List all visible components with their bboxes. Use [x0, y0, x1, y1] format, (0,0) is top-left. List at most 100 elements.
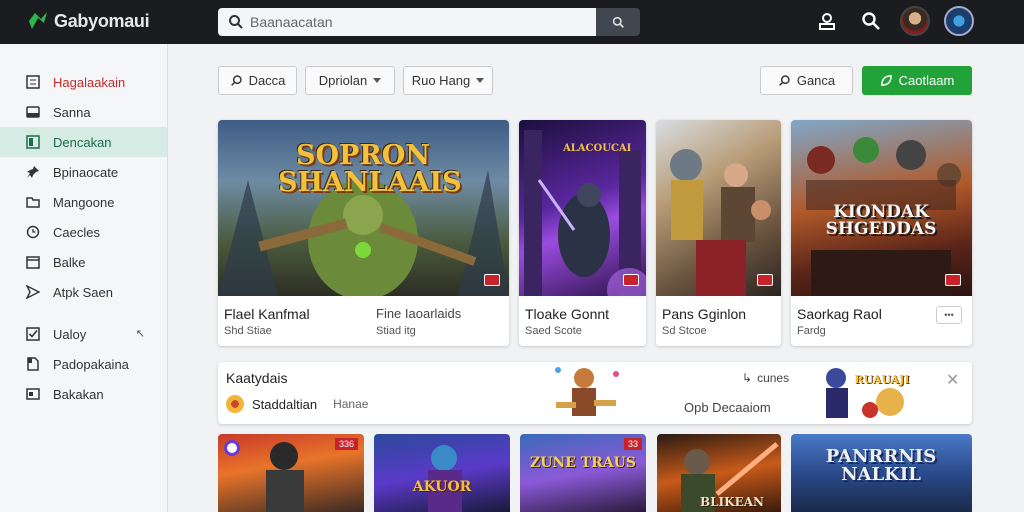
list-icon — [26, 75, 40, 89]
game-subtitle: Shd Stiae — [224, 325, 272, 337]
game-card-7[interactable]: ZUNE TRAUS 33 — [520, 434, 646, 512]
sidebar-item-8[interactable]: Ualoy ↖ — [0, 319, 167, 349]
game-title: Saorkag Raol — [797, 306, 882, 322]
logo-text: Gabyomaui — [54, 10, 150, 31]
search-icon[interactable] — [856, 6, 886, 36]
game-card-1[interactable]: SOPRON SHANLAAIS Flael Kanfmal Shd Stiae… — [218, 120, 509, 346]
search-box — [218, 8, 596, 36]
banner-link[interactable]: ↳ cunes — [742, 371, 789, 385]
avatar[interactable] — [900, 6, 930, 36]
game-card-2[interactable]: ALACOUCAI Tloake Gonnt Saed Scote — [519, 120, 646, 346]
sidebar-item-1[interactable]: Sanna — [0, 97, 167, 127]
coin-icon — [226, 395, 244, 413]
game-art-figure — [670, 149, 771, 296]
game-title: Pans Gginlon — [662, 306, 747, 322]
sidebar-item-label: Dencakan — [53, 134, 112, 150]
sidebar-item-label: Padopakaina — [53, 356, 129, 372]
game-art: KIONDAK SHGEDDAS — [791, 120, 972, 296]
dropdown-label: Dpriolan — [318, 73, 368, 88]
game-title-secondary: Fine Iaoarlaids — [376, 306, 462, 321]
game-art: SOPRON SHANLAAIS — [218, 120, 509, 296]
caret-down-icon — [373, 78, 382, 83]
search-icon — [229, 15, 243, 29]
featured-banner[interactable]: Kaatydais Staddaltian Hanae Opb Decaaiom… — [218, 362, 972, 424]
game-card-9[interactable]: PANRRNIS NALKIL — [791, 434, 972, 512]
primary-action-label: Caotlaam — [898, 73, 955, 88]
book-icon — [26, 135, 40, 149]
toolbar-button-label: Dacca — [248, 73, 286, 88]
badge-icon — [945, 274, 961, 286]
search-icon — [230, 75, 242, 86]
more-options-button[interactable]: ••• — [936, 306, 962, 324]
game-art: ALACOUCAI — [519, 120, 646, 296]
pin-icon — [26, 165, 40, 179]
close-icon[interactable]: ✕ — [946, 370, 959, 390]
sidebar: Hagalaakain Sanna Dencakan Bpinaocate Ma… — [0, 44, 168, 512]
window-icon — [26, 387, 40, 401]
user-icon[interactable] — [812, 6, 842, 36]
game-art-title: PANRRNIS NALKIL — [825, 446, 937, 485]
banner-item-sub: Hanae — [333, 397, 369, 411]
sidebar-item-label: Hagalaakain — [53, 74, 126, 90]
sidebar-item-6[interactable]: Balke — [0, 247, 167, 277]
banner-character-art — [555, 367, 619, 416]
game-card-5[interactable]: 336 — [218, 434, 364, 512]
game-art-title: AKUOR — [412, 479, 472, 495]
app-logo[interactable]: Gabyomaui — [26, 9, 150, 33]
banner-center-text: Opb Decaaiom — [684, 400, 771, 415]
game-card-4[interactable]: KIONDAK SHGEDDAS Saorkag Raol Fardg ••• — [791, 120, 972, 346]
sidebar-item-7[interactable]: Atpk Saen — [0, 277, 167, 307]
toolbar-button-1[interactable]: Dacca — [218, 66, 297, 95]
sidebar-item-5[interactable]: Caecles — [0, 217, 167, 247]
sidebar-item-label: Caecles — [53, 224, 100, 240]
search-icon — [778, 75, 790, 86]
sidebar-item-10[interactable]: Bakakan — [0, 379, 167, 409]
sidebar-divider — [0, 307, 167, 319]
search-bar — [218, 8, 640, 36]
game-art-title: ALACOUCAI — [563, 143, 632, 154]
sidebar-item-9[interactable]: Padopakaina — [0, 349, 167, 379]
game-subtitle: Fardg — [797, 325, 826, 337]
game-art-title: KIONDAK SHGEDDAS — [825, 202, 937, 239]
arrow-icon: ↳ — [742, 371, 753, 385]
caret-down-icon — [476, 78, 485, 83]
clock-icon — [26, 225, 40, 239]
sidebar-item-label: Sanna — [53, 104, 91, 120]
sidebar-item-label: Bpinaocate — [53, 164, 119, 180]
search-icon — [612, 16, 624, 28]
sidebar-item-2[interactable]: Dencakan — [0, 127, 167, 157]
inbox-icon — [26, 105, 40, 119]
banner-item[interactable]: Staddaltian Hanae — [226, 395, 368, 413]
banner-art-title: RUAUAJI — [854, 373, 910, 386]
game-card-8[interactable]: BLIKEAN — [657, 434, 781, 512]
banner-title: Kaatydais — [226, 370, 288, 386]
toolbar-dropdown-1[interactable]: Dpriolan — [305, 66, 395, 95]
game-art-figure — [428, 445, 462, 512]
game-title: Flael Kanfmal — [224, 306, 310, 322]
sidebar-item-3[interactable]: Bpinaocate — [0, 157, 167, 187]
game-title: Tloake Gonnt — [525, 306, 610, 322]
sidebar-item-label: Mangoone — [53, 194, 115, 210]
toolbar-dropdown-2[interactable]: Ruo Hang — [403, 66, 493, 95]
toolbar-button-2[interactable]: Ganca — [760, 66, 853, 95]
card-badge: 33 — [623, 438, 642, 450]
chevron-icon[interactable]: ↖ — [136, 327, 145, 340]
game-subtitle-secondary: Stiad itg — [376, 325, 416, 337]
game-art-title: BLIKEAN — [699, 495, 765, 509]
logo-icon — [29, 12, 47, 29]
primary-action-button[interactable]: Caotlaam — [862, 66, 972, 95]
sidebar-item-label: Ualoy — [53, 326, 87, 342]
profile-avatar[interactable] — [944, 6, 974, 36]
game-card-3[interactable]: Pans Gginlon Sd Stcoe — [656, 120, 781, 346]
check-box-icon — [26, 327, 40, 341]
sidebar-item-0[interactable]: Hagalaakain — [0, 67, 167, 97]
card-badge: 336 — [334, 438, 358, 450]
sidebar-item-4[interactable]: Mangoone — [0, 187, 167, 217]
badge-icon — [224, 440, 240, 456]
search-input[interactable] — [250, 14, 580, 30]
top-bar: Gabyomaui — [0, 0, 1024, 44]
search-button[interactable] — [596, 8, 640, 36]
toolbar-button-label: Ganca — [796, 73, 836, 88]
top-icons — [812, 6, 974, 36]
game-card-6[interactable]: AKUOR — [374, 434, 510, 512]
